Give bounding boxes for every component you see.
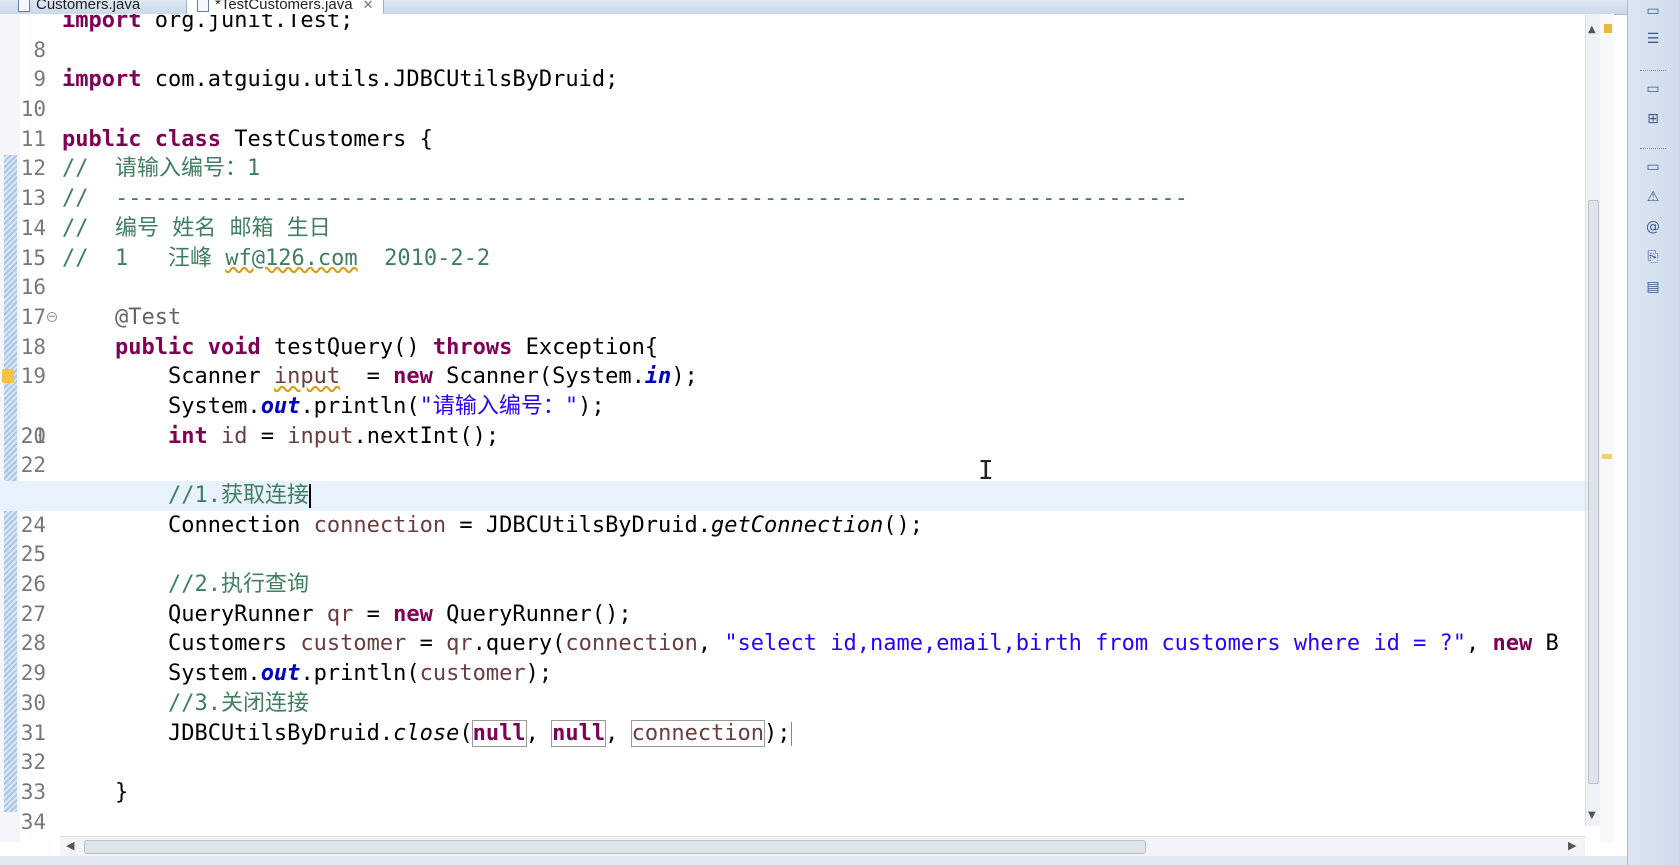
- code-line[interactable]: 35: [0, 808, 1585, 842]
- status-strip: [0, 856, 1627, 865]
- code-editor[interactable]: 8 import org.junit.Test; 9 10 import com…: [0, 14, 1585, 842]
- warning-icon[interactable]: [2, 369, 14, 384]
- code-line[interactable]: 12 public class TestCustomers {: [0, 125, 1585, 181]
- close-icon[interactable]: ✕: [363, 0, 374, 14]
- text-caret: [308, 484, 311, 508]
- vertical-scrollbar[interactable]: ▲ ▼: [1585, 14, 1601, 826]
- code-line[interactable]: 8 import org.junit.Test;: [0, 14, 1585, 62]
- code-line[interactable]: 18 − @Test: [0, 303, 1585, 359]
- javadoc-icon[interactable]: @: [1644, 218, 1662, 236]
- scroll-left-icon[interactable]: ◀: [66, 839, 74, 852]
- java-file-icon: [197, 0, 209, 12]
- line-number: 35: [8, 837, 46, 842]
- restore-icon[interactable]: ▭: [1644, 80, 1662, 98]
- scroll-up-icon[interactable]: ▲: [1588, 24, 1596, 35]
- code-line[interactable]: 34 }: [0, 778, 1585, 834]
- code-line[interactable]: 33: [0, 748, 1585, 804]
- tab-label: *TestCustomers.java: [215, 0, 353, 13]
- code-line-current[interactable]: 24 //1.获取连接: [0, 481, 1585, 537]
- code-line[interactable]: 27 //2.执行查询: [0, 570, 1585, 626]
- code-line[interactable]: 20 Scanner input = new Scanner(System.in…: [0, 362, 1585, 448]
- code-line[interactable]: 16 // 1 汪峰 wf@126.com 2010-2-2: [0, 244, 1585, 300]
- hierarchy-icon[interactable]: ⊞: [1644, 110, 1662, 128]
- code-line[interactable]: 22 int id = input.nextInt();: [0, 422, 1585, 478]
- declaration-icon[interactable]: ⎘: [1644, 248, 1662, 266]
- code-line[interactable]: 29 Customers customer = qr.query(connect…: [0, 629, 1585, 685]
- vertical-scroll-thumb[interactable]: [1588, 200, 1599, 784]
- code-line[interactable]: 31 //3.关闭连接: [0, 689, 1585, 745]
- scroll-right-icon[interactable]: ▶: [1568, 839, 1576, 852]
- code-line[interactable]: 32 JDBCUtilsByDruid.close(null, null, co…: [0, 719, 1585, 774]
- warning-marker[interactable]: [1604, 24, 1612, 33]
- code-line[interactable]: 19 public void testQuery() throws Except…: [0, 333, 1585, 389]
- scroll-down-icon[interactable]: ▼: [1588, 810, 1596, 821]
- i-beam-cursor-icon: I: [978, 456, 994, 486]
- fold-toggle-icon[interactable]: −: [47, 311, 57, 322]
- problems-icon[interactable]: ⚠: [1644, 188, 1662, 206]
- code-line[interactable]: 28 QueryRunner qr = new QueryRunner();: [0, 600, 1585, 656]
- java-file-icon: [18, 0, 30, 12]
- code-line[interactable]: 9: [0, 36, 1585, 91]
- code-line[interactable]: 26: [0, 540, 1585, 596]
- tab-label: Customers.java: [36, 0, 141, 13]
- restore-icon[interactable]: ▭: [1644, 158, 1662, 176]
- code-line[interactable]: 10 import com.atguigu.utils.JDBCUtilsByD…: [0, 65, 1585, 121]
- horizontal-scroll-thumb[interactable]: [84, 840, 1146, 854]
- code-line[interactable]: 30 System.out.println(customer);: [0, 659, 1585, 715]
- code-line[interactable]: 15 // 编号 姓名 邮箱 生日: [0, 214, 1585, 270]
- horizontal-scrollbar[interactable]: ◀ ▶: [60, 836, 1585, 857]
- code-line[interactable]: 25 Connection connection = JDBCUtilsByDr…: [0, 511, 1585, 567]
- tab-testcustomers-java[interactable]: *TestCustomers.java ✕: [186, 0, 385, 14]
- occurrence-marker[interactable]: [1602, 454, 1612, 459]
- code-area[interactable]: 8 import org.junit.Test; 9 10 import com…: [0, 14, 1585, 842]
- editor-tab-bar: Customers.java *TestCustomers.java ✕: [0, 0, 1627, 15]
- code-line[interactable]: 13 // 请输入编号：1: [0, 154, 1585, 210]
- code-line[interactable]: 23: [0, 451, 1585, 507]
- right-trim-toolbar: ▭ ☰ ▭ ⊞ ▭ ⚠ @ ⎘ ▤: [1627, 0, 1679, 865]
- code-line[interactable]: 21 System.out.println("请输入编号：");: [0, 392, 1585, 448]
- tab-customers-java[interactable]: Customers.java: [8, 0, 150, 14]
- overview-ruler[interactable]: [1600, 14, 1614, 842]
- restore-icon[interactable]: ▭: [1644, 2, 1662, 20]
- console-icon[interactable]: ▤: [1644, 278, 1662, 296]
- code-line[interactable]: 17: [0, 273, 1585, 329]
- code-line[interactable]: 11: [0, 95, 1585, 151]
- code-line[interactable]: 14 // ----------------------------------…: [0, 184, 1585, 240]
- outline-icon[interactable]: ☰: [1644, 30, 1662, 48]
